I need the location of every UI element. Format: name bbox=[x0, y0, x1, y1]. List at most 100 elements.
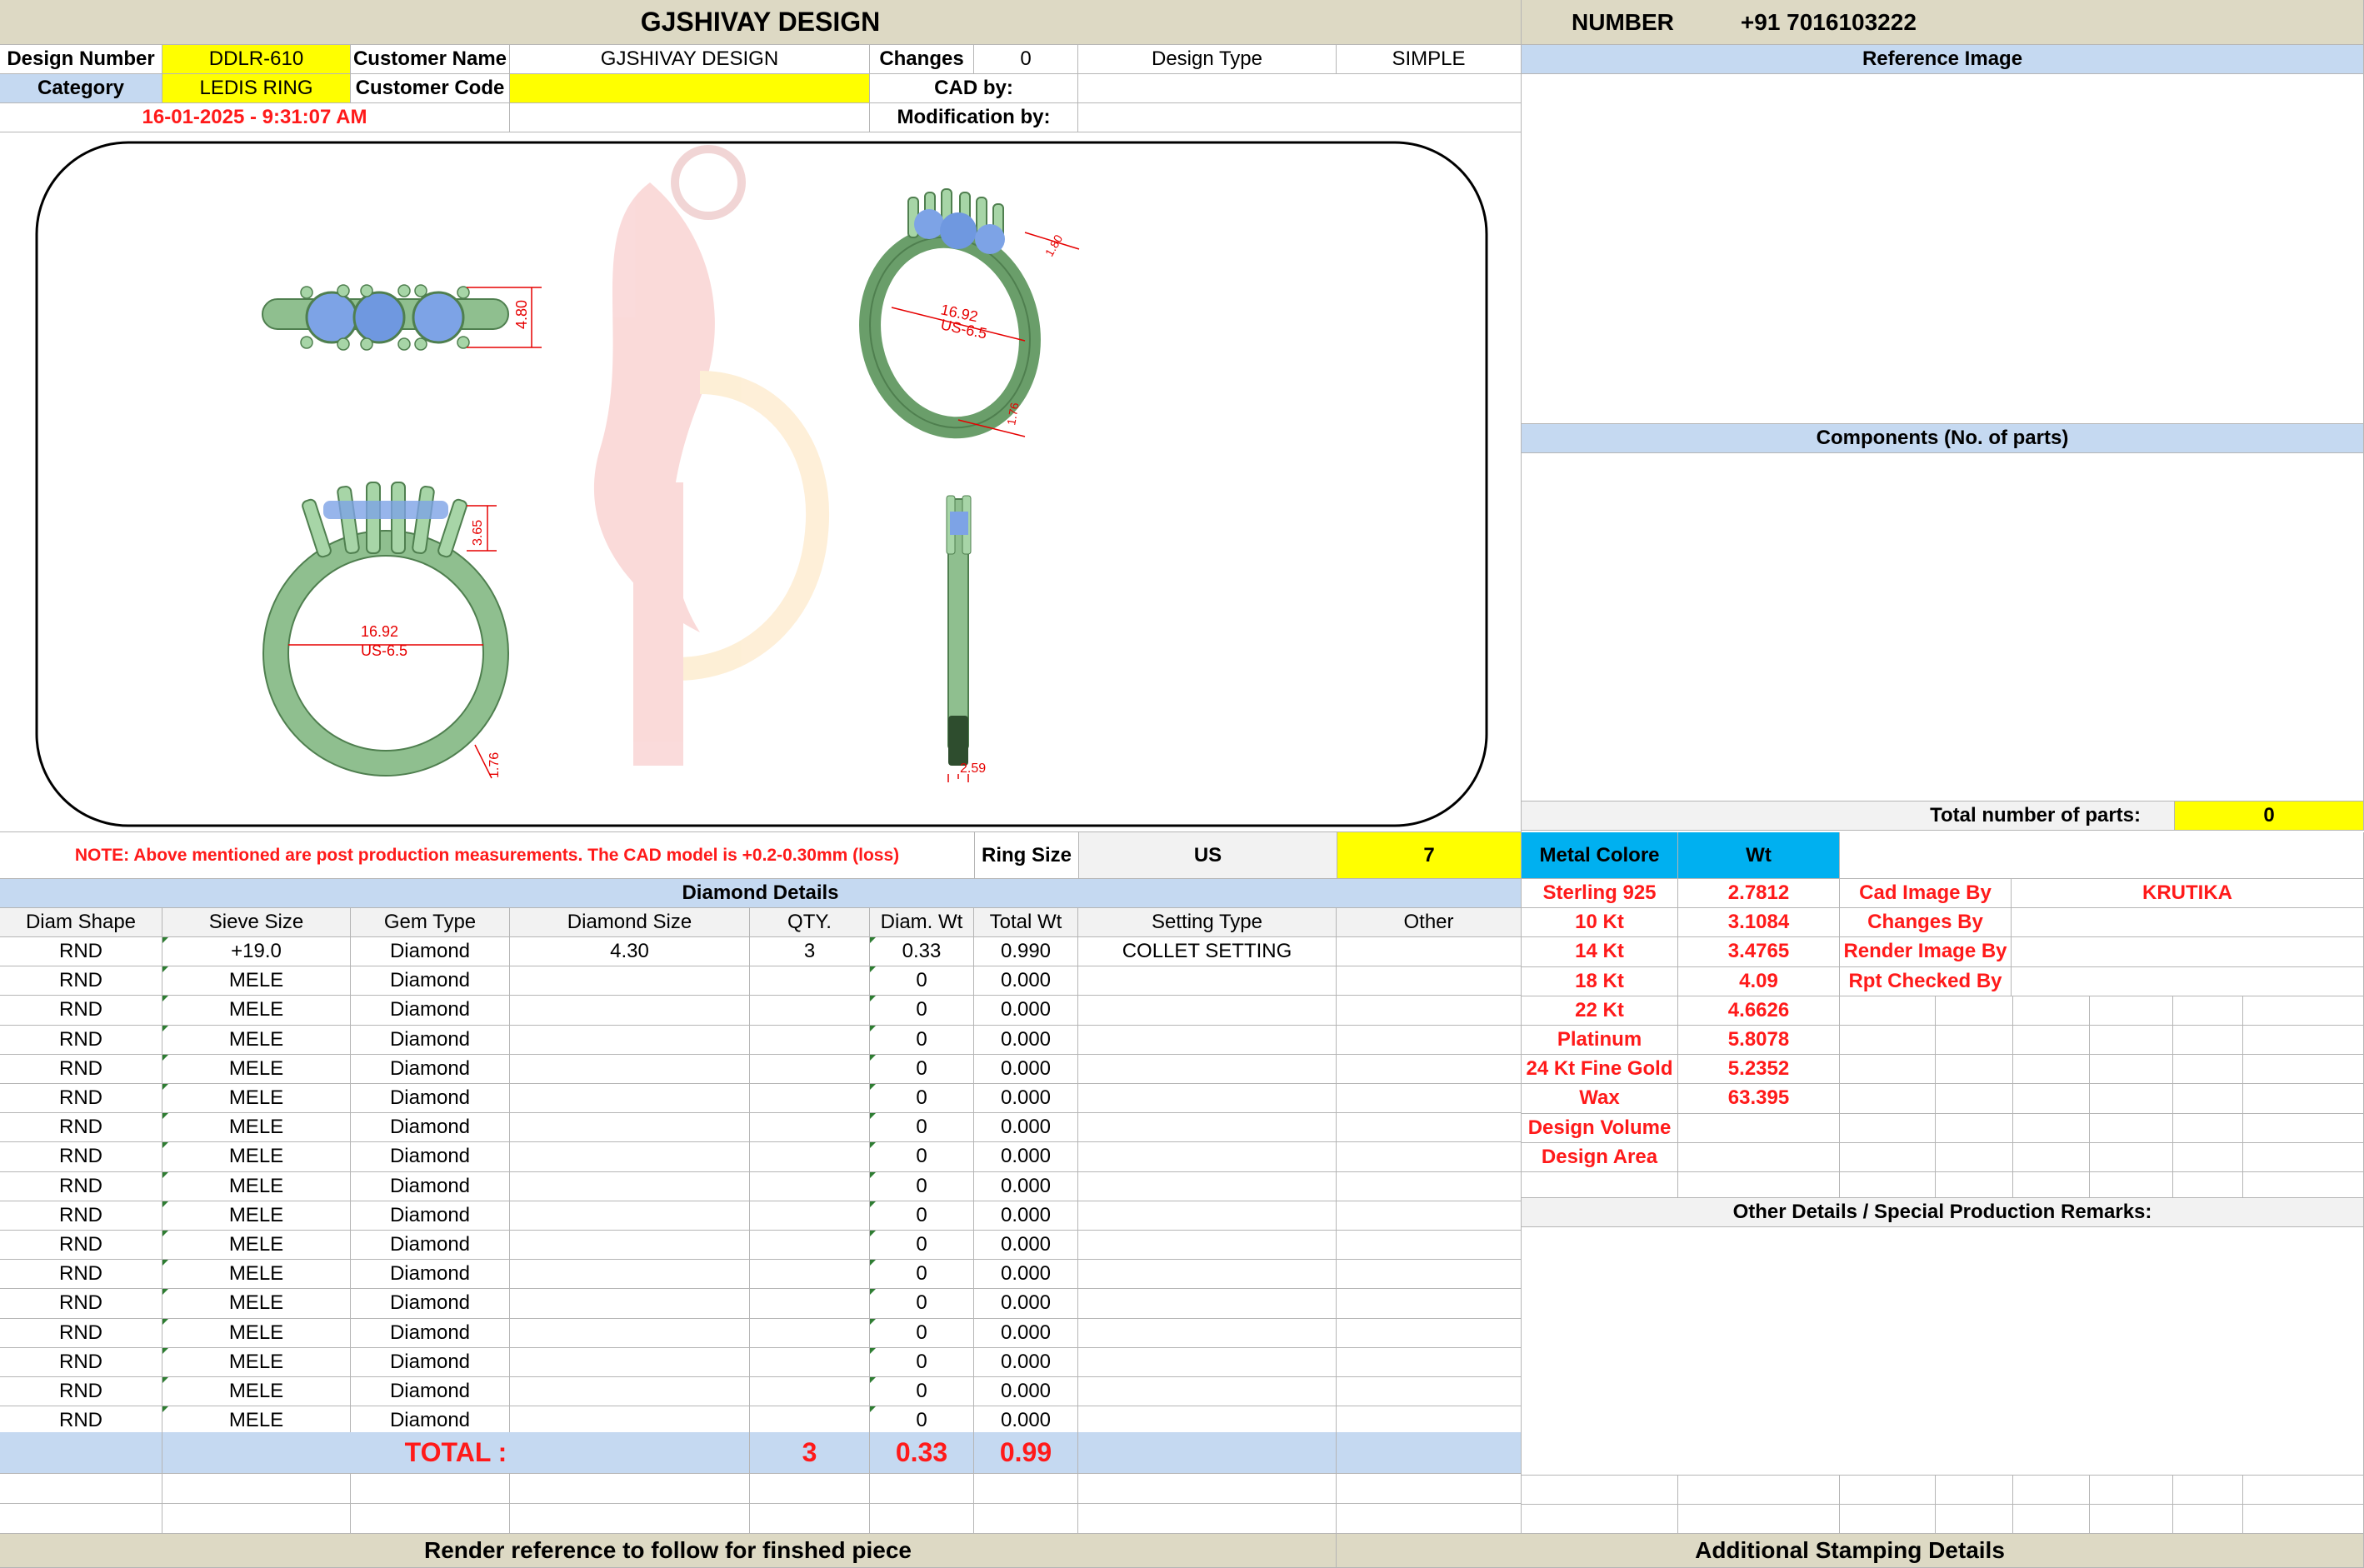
table-cell[interactable]: Diamond bbox=[351, 1113, 510, 1143]
customer-name-field[interactable]: GJSHIVAY DESIGN bbox=[510, 45, 870, 74]
grid-cell[interactable] bbox=[1522, 1505, 1678, 1534]
table-cell[interactable]: RND bbox=[0, 1260, 162, 1290]
table-cell[interactable]: MELE bbox=[162, 1171, 351, 1201]
table-cell[interactable] bbox=[510, 966, 750, 996]
table-cell[interactable] bbox=[1078, 996, 1337, 1026]
table-cell[interactable]: Diamond bbox=[351, 1377, 510, 1407]
table-cell[interactable] bbox=[510, 1142, 750, 1172]
blank-cell[interactable] bbox=[162, 1504, 351, 1534]
table-cell[interactable] bbox=[750, 1084, 870, 1114]
table-cell[interactable]: Diamond bbox=[351, 1084, 510, 1114]
blank-cell[interactable] bbox=[0, 1504, 162, 1534]
table-cell[interactable]: RND bbox=[0, 1201, 162, 1231]
table-cell[interactable]: +19.0 bbox=[162, 937, 351, 967]
table-cell[interactable]: 0 bbox=[870, 996, 974, 1026]
table-cell[interactable] bbox=[750, 1347, 870, 1377]
table-cell[interactable]: 0.000 bbox=[974, 1347, 1078, 1377]
grid-cell[interactable] bbox=[2013, 1142, 2090, 1172]
table-cell[interactable]: 0 bbox=[870, 1142, 974, 1172]
table-cell[interactable]: MELE bbox=[162, 1318, 351, 1348]
grid-cell[interactable] bbox=[2090, 1172, 2173, 1198]
table-cell[interactable]: RND bbox=[0, 1318, 162, 1348]
grid-cell[interactable] bbox=[2243, 996, 2364, 1026]
table-cell[interactable] bbox=[1078, 1377, 1337, 1407]
blank-cell[interactable] bbox=[351, 1474, 510, 1504]
blank-cell[interactable] bbox=[510, 1474, 750, 1504]
blank-cell[interactable] bbox=[974, 1504, 1078, 1534]
blank-cell[interactable] bbox=[1337, 1474, 1522, 1504]
table-cell[interactable] bbox=[510, 1201, 750, 1231]
grid-cell[interactable] bbox=[1936, 1026, 2013, 1056]
table-cell[interactable] bbox=[510, 1289, 750, 1319]
table-cell[interactable]: 0 bbox=[870, 966, 974, 996]
table-cell[interactable]: RND bbox=[0, 1025, 162, 1055]
table-cell[interactable]: RND bbox=[0, 1289, 162, 1319]
grid-cell[interactable] bbox=[2173, 996, 2243, 1026]
table-cell[interactable] bbox=[1337, 1142, 1522, 1172]
table-cell[interactable] bbox=[1078, 1054, 1337, 1084]
table-cell[interactable]: 0 bbox=[870, 1347, 974, 1377]
table-cell[interactable] bbox=[750, 1113, 870, 1143]
table-cell[interactable]: 0 bbox=[870, 1260, 974, 1290]
blank-cell[interactable] bbox=[974, 1474, 1078, 1504]
table-cell[interactable]: Diamond bbox=[351, 1289, 510, 1319]
grid-cell[interactable] bbox=[2013, 1476, 2090, 1505]
table-cell[interactable]: 0.000 bbox=[974, 1231, 1078, 1261]
table-cell[interactable]: MELE bbox=[162, 1025, 351, 1055]
grid-cell[interactable] bbox=[1678, 1172, 1840, 1198]
table-cell[interactable] bbox=[1078, 1260, 1337, 1290]
grid-cell[interactable] bbox=[1840, 1476, 1936, 1505]
table-cell[interactable] bbox=[510, 1347, 750, 1377]
blank-cell[interactable] bbox=[750, 1474, 870, 1504]
table-cell[interactable] bbox=[1078, 1318, 1337, 1348]
table-cell[interactable]: 0.000 bbox=[974, 1171, 1078, 1201]
table-cell[interactable] bbox=[1337, 1318, 1522, 1348]
table-cell[interactable]: RND bbox=[0, 1084, 162, 1114]
table-cell[interactable] bbox=[510, 996, 750, 1026]
table-cell[interactable] bbox=[510, 1171, 750, 1201]
table-cell[interactable] bbox=[510, 1377, 750, 1407]
table-cell[interactable]: Diamond bbox=[351, 966, 510, 996]
blank-cell[interactable] bbox=[162, 1474, 351, 1504]
grid-cell[interactable] bbox=[2173, 1084, 2243, 1114]
credit-value[interactable] bbox=[2012, 937, 2364, 967]
table-cell[interactable]: MELE bbox=[162, 966, 351, 996]
table-cell[interactable]: RND bbox=[0, 1171, 162, 1201]
table-cell[interactable] bbox=[750, 966, 870, 996]
table-cell[interactable] bbox=[1337, 996, 1522, 1026]
table-cell[interactable] bbox=[1078, 1171, 1337, 1201]
table-cell[interactable]: RND bbox=[0, 937, 162, 967]
table-cell[interactable]: 0.000 bbox=[974, 1142, 1078, 1172]
grid-cell[interactable] bbox=[2013, 1055, 2090, 1085]
table-cell[interactable]: MELE bbox=[162, 1084, 351, 1114]
table-cell[interactable] bbox=[750, 1289, 870, 1319]
grid-cell[interactable] bbox=[1936, 1142, 2013, 1172]
table-cell[interactable]: MELE bbox=[162, 1054, 351, 1084]
table-cell[interactable] bbox=[510, 1025, 750, 1055]
table-cell[interactable]: RND bbox=[0, 1113, 162, 1143]
table-cell[interactable]: 4.30 bbox=[510, 937, 750, 967]
table-cell[interactable]: 0 bbox=[870, 1231, 974, 1261]
table-cell[interactable]: 0.000 bbox=[974, 1084, 1078, 1114]
grid-cell[interactable] bbox=[1840, 996, 1936, 1026]
components-area[interactable] bbox=[1522, 453, 2364, 801]
grid-cell[interactable] bbox=[2243, 1505, 2364, 1534]
grid-cell[interactable] bbox=[2013, 1084, 2090, 1114]
table-cell[interactable] bbox=[1337, 1347, 1522, 1377]
blank-cell[interactable] bbox=[870, 1504, 974, 1534]
grid-cell[interactable] bbox=[1840, 1084, 1936, 1114]
reference-image-area[interactable] bbox=[1522, 74, 2364, 424]
grid-cell[interactable] bbox=[1936, 1084, 2013, 1114]
table-cell[interactable] bbox=[750, 996, 870, 1026]
table-cell[interactable] bbox=[1337, 1054, 1522, 1084]
table-cell[interactable]: MELE bbox=[162, 1231, 351, 1261]
table-cell[interactable]: 0.990 bbox=[974, 937, 1078, 967]
table-cell[interactable] bbox=[1078, 1113, 1337, 1143]
table-cell[interactable]: MELE bbox=[162, 1289, 351, 1319]
blank-cell[interactable] bbox=[1078, 1504, 1337, 1534]
table-cell[interactable]: 0 bbox=[870, 1201, 974, 1231]
grid-cell[interactable] bbox=[1936, 1055, 2013, 1085]
grid-cell[interactable] bbox=[2090, 1113, 2173, 1143]
table-cell[interactable]: RND bbox=[0, 1377, 162, 1407]
table-cell[interactable] bbox=[1078, 1201, 1337, 1231]
